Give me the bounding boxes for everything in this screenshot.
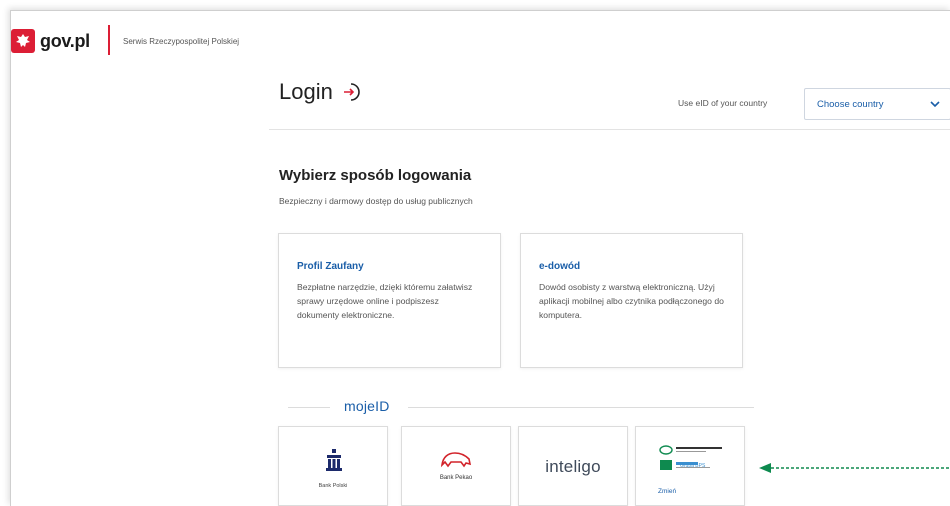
card-description: Dowód osobisty z warstwą elektroniczną. … [539,282,724,320]
bank-pko-tile[interactable]: Bank Polski [278,426,388,506]
profil-zaufany-card[interactable]: Profil Zaufany Bezpłatne narzędzie, dzię… [278,233,501,368]
card-title: e-dowód [539,261,581,272]
eagle-emblem-icon [11,29,35,53]
bps-logo-icon [659,445,722,470]
card-description: Bezpłatne narzędzie, dzięki któremu zała… [297,282,473,320]
card-title: Profil Zaufany [297,261,364,272]
service-name: Serwis Rzeczypospolitej Polskiej [123,37,240,46]
inteligo-logo-text: inteligo [545,457,601,476]
header-divider [108,25,110,55]
pko-logo-icon [326,449,342,471]
bank-bps-tile[interactable]: Grupa BPS Zmień [635,426,745,506]
site-header: gov.pl Serwis Rzeczypospolitej Polskiej [11,11,950,67]
section-subheading: Bezpieczny i darmowy dostęp do usług pub… [279,196,473,206]
header-separator [269,129,950,130]
bank-inteligo-tile[interactable]: inteligo [518,426,628,506]
logo-text: gov.pl [40,30,90,51]
bank-name: Bank Polski [318,483,348,489]
bison-logo-icon [440,452,472,468]
bank-pekao-tile[interactable]: Bank Pekao [401,426,511,506]
gov-pl-logo[interactable]: gov.pl [11,29,90,53]
login-title-text: Login [279,79,333,104]
country-select[interactable]: Choose country [804,88,950,120]
change-link[interactable]: Zmień [658,488,676,495]
bank-name: Bank Pekao [439,475,473,481]
browser-page: gov.pl Serwis Rzeczypospolitej Polskiej … [10,10,950,506]
mojeid-label: mojeID [344,398,390,414]
page-title: Login [279,79,361,105]
eid-label: Use eID of your country [678,98,768,108]
section-heading: Wybierz sposób logowania [279,167,472,184]
country-select-value: Choose country [817,98,884,110]
chevron-down-icon [930,100,940,107]
login-icon [343,83,360,101]
bank-name: Grupa BPS [680,463,706,469]
arrow-left-icon [759,463,950,473]
e-dowod-card[interactable]: e-dowód Dowód osobisty z warstwą elektro… [520,233,743,368]
